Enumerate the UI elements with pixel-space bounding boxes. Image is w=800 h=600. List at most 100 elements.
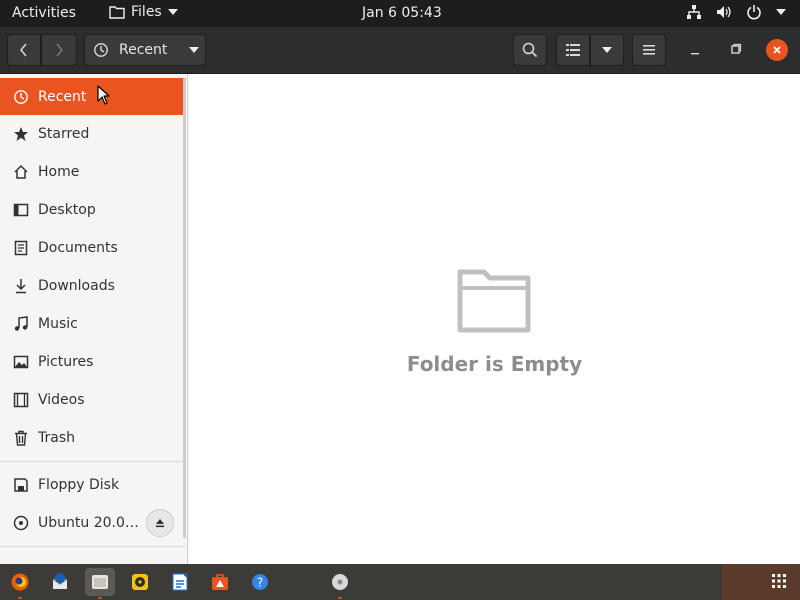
back-button[interactable]	[7, 34, 41, 66]
sidebar-item-music[interactable]: Music	[0, 305, 186, 342]
sidebar-item-label: Starred	[38, 125, 90, 142]
firefox-icon	[11, 573, 29, 591]
file-view[interactable]: Folder is Empty	[189, 74, 800, 564]
dock-writer[interactable]	[165, 568, 195, 596]
writer-icon	[172, 573, 188, 591]
sidebar-item-label: Desktop	[38, 201, 96, 218]
sidebar-item-starred[interactable]: Starred	[0, 115, 186, 152]
dock-firefox[interactable]	[5, 568, 35, 599]
dock: ?	[0, 564, 800, 600]
sidebar-separator	[0, 546, 186, 547]
list-view-icon	[566, 44, 580, 56]
chevron-right-icon	[56, 43, 63, 57]
download-icon	[16, 278, 26, 293]
header-bar: Recent	[0, 27, 800, 74]
disc-icon	[13, 515, 29, 530]
clock-icon	[94, 43, 108, 57]
sidebar-item-documents[interactable]: Documents	[0, 229, 186, 266]
folder-empty-icon	[457, 269, 531, 333]
sidebar-item-label: Floppy Disk	[38, 476, 120, 493]
star-icon	[14, 126, 28, 141]
top-bar: Activities Files Jan 6 05:43	[0, 0, 800, 27]
network-icon	[687, 5, 701, 19]
path-bar-label: Recent	[119, 42, 168, 58]
folder-icon	[109, 6, 125, 19]
forward-button[interactable]	[41, 34, 77, 66]
hamburger-icon	[643, 45, 655, 55]
sidebar-item-label: Ubuntu 20.0…	[38, 514, 139, 531]
sidebar-item-desktop[interactable]: Desktop	[0, 191, 186, 228]
running-indicator	[18, 597, 22, 599]
close-button[interactable]	[766, 39, 788, 61]
svg-text:?: ?	[257, 576, 263, 590]
sidebar-item-label: Downloads	[38, 277, 115, 294]
chevron-down-icon	[602, 47, 612, 53]
desktop-icon	[13, 203, 29, 216]
sidebar: Recent Starred Home Desktop Documents Do…	[0, 74, 188, 564]
clock[interactable]: Jan 6 05:43	[362, 5, 442, 21]
sidebar-scrollbar[interactable]	[183, 78, 186, 538]
maximize-icon[interactable]	[730, 43, 742, 55]
sidebar-separator	[0, 461, 186, 462]
disc-icon	[332, 574, 348, 590]
dock-help[interactable]: ?	[245, 568, 275, 596]
rhythmbox-icon	[132, 574, 148, 590]
sidebar-item-label: Trash	[38, 429, 75, 446]
sidebar-item-label: Music	[38, 315, 78, 332]
path-bar-button[interactable]: Recent	[84, 34, 206, 66]
system-menu[interactable]	[686, 4, 786, 20]
minimize-icon[interactable]	[690, 45, 700, 55]
show-applications-icon[interactable]	[772, 574, 786, 588]
floppy-icon	[14, 477, 28, 492]
dock-rhythmbox[interactable]	[125, 568, 155, 596]
activities-button[interactable]: Activities	[12, 5, 76, 21]
sidebar-item-videos[interactable]: Videos	[0, 381, 186, 418]
sidebar-item-pictures[interactable]: Pictures	[0, 343, 186, 380]
empty-folder-label: Folder is Empty	[406, 352, 583, 376]
video-icon	[13, 392, 29, 407]
music-icon	[14, 315, 28, 331]
home-icon	[14, 164, 28, 179]
power-icon	[747, 5, 761, 20]
clock-icon	[14, 89, 28, 104]
help-icon: ?	[252, 574, 268, 590]
sidebar-item-downloads[interactable]: Downloads	[0, 267, 186, 304]
mouse-cursor-icon	[97, 85, 110, 105]
chevron-left-icon	[20, 43, 27, 57]
close-icon	[773, 46, 781, 54]
eject-icon	[156, 519, 164, 528]
sidebar-item-label: Videos	[38, 391, 85, 408]
running-indicator	[338, 597, 342, 599]
dock-thunderbird[interactable]	[45, 568, 75, 596]
picture-icon	[13, 355, 29, 368]
dock-disc[interactable]	[325, 568, 355, 599]
sidebar-item-home[interactable]: Home	[0, 153, 186, 190]
dock-software[interactable]	[205, 568, 235, 596]
files-icon	[92, 575, 108, 589]
chevron-down-icon	[776, 9, 786, 15]
sidebar-item-recent[interactable]: Recent	[0, 78, 186, 115]
chevron-down-icon	[167, 9, 178, 15]
volume-icon	[717, 6, 731, 18]
search-icon	[522, 42, 538, 58]
eject-button[interactable]	[146, 509, 174, 537]
sidebar-item-label: Home	[38, 163, 80, 180]
thunderbird-icon	[52, 573, 68, 589]
app-menu[interactable]: Files	[109, 4, 178, 20]
sidebar-item-trash[interactable]: Trash	[0, 419, 186, 456]
view-options-button[interactable]	[590, 34, 624, 66]
search-button[interactable]	[513, 34, 547, 66]
sidebar-item-label: Recent	[38, 88, 87, 105]
document-icon	[14, 240, 28, 255]
dock-files[interactable]	[85, 568, 115, 599]
app-menu-label: Files	[131, 4, 162, 20]
sidebar-item-label: Pictures	[38, 353, 94, 370]
trash-icon	[15, 430, 27, 446]
sidebar-item-floppy-disk[interactable]: Floppy Disk	[0, 466, 186, 503]
chevron-down-icon	[189, 47, 200, 53]
main-menu-button[interactable]	[632, 34, 666, 66]
wallpaper-strip	[722, 564, 800, 600]
list-view-button[interactable]	[556, 34, 590, 66]
sidebar-item-label: Documents	[38, 239, 118, 256]
running-indicator	[98, 597, 102, 599]
